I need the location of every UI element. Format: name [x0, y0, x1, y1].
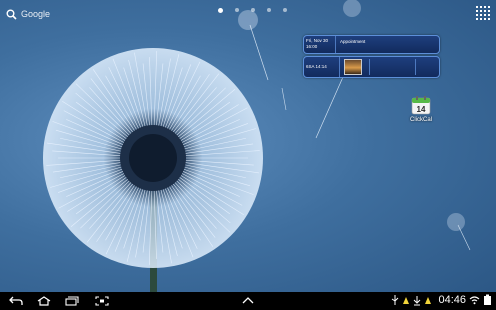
page-dot[interactable] [235, 8, 239, 12]
system-navigation-bar: 04:46 [0, 292, 496, 310]
warning-icon [425, 296, 432, 304]
calendar-icon: 14 [411, 95, 431, 115]
back-button[interactable] [8, 295, 24, 307]
back-icon [9, 296, 23, 305]
download-icon [414, 295, 421, 305]
page-dot[interactable] [267, 8, 271, 12]
divider [415, 59, 416, 75]
event-title: Appointment [340, 39, 366, 44]
notification-icon [403, 296, 410, 304]
home-button[interactable] [36, 295, 52, 307]
apps-grid-icon[interactable] [476, 6, 490, 20]
shortcut-label: ClickCal [409, 117, 432, 123]
event-date: Fri, Nov 30 16:00 [304, 36, 336, 53]
page-dot[interactable] [218, 7, 223, 13]
calendar-widget[interactable]: Fri, Nov 30 16:00 Appointment 6SA 14:14 [303, 35, 440, 80]
chevron-up-icon [242, 297, 254, 304]
search-icon [6, 9, 17, 20]
calendar-day-number: 14 [417, 105, 426, 114]
screen-capture-icon [95, 296, 109, 306]
divider [369, 59, 370, 75]
screenshot-button[interactable] [94, 295, 110, 307]
usb-icon [392, 294, 399, 305]
photo-thumbnail[interactable] [344, 59, 362, 75]
wifi-icon [469, 296, 480, 305]
battery-icon [484, 294, 491, 305]
page-indicator[interactable] [218, 7, 287, 13]
recent-apps-button[interactable] [64, 295, 80, 307]
google-search-bar[interactable]: Google [6, 6, 50, 22]
status-clock: 04:46 [438, 294, 466, 306]
page-dot[interactable] [283, 8, 287, 12]
search-label: Google [21, 9, 51, 19]
widget-photo-row[interactable]: 6SA 14:14 [303, 56, 440, 78]
recent-apps-icon [65, 296, 79, 306]
clickcal-shortcut[interactable]: 14 ClickCal [408, 95, 434, 123]
expand-button[interactable] [240, 295, 256, 307]
widget-event-row[interactable]: Fri, Nov 30 16:00 Appointment [303, 35, 440, 54]
status-area[interactable]: 04:46 [391, 294, 492, 306]
page-dot[interactable] [251, 8, 255, 12]
photo-date: 6SA 14:14 [304, 57, 340, 77]
home-icon [37, 296, 51, 306]
